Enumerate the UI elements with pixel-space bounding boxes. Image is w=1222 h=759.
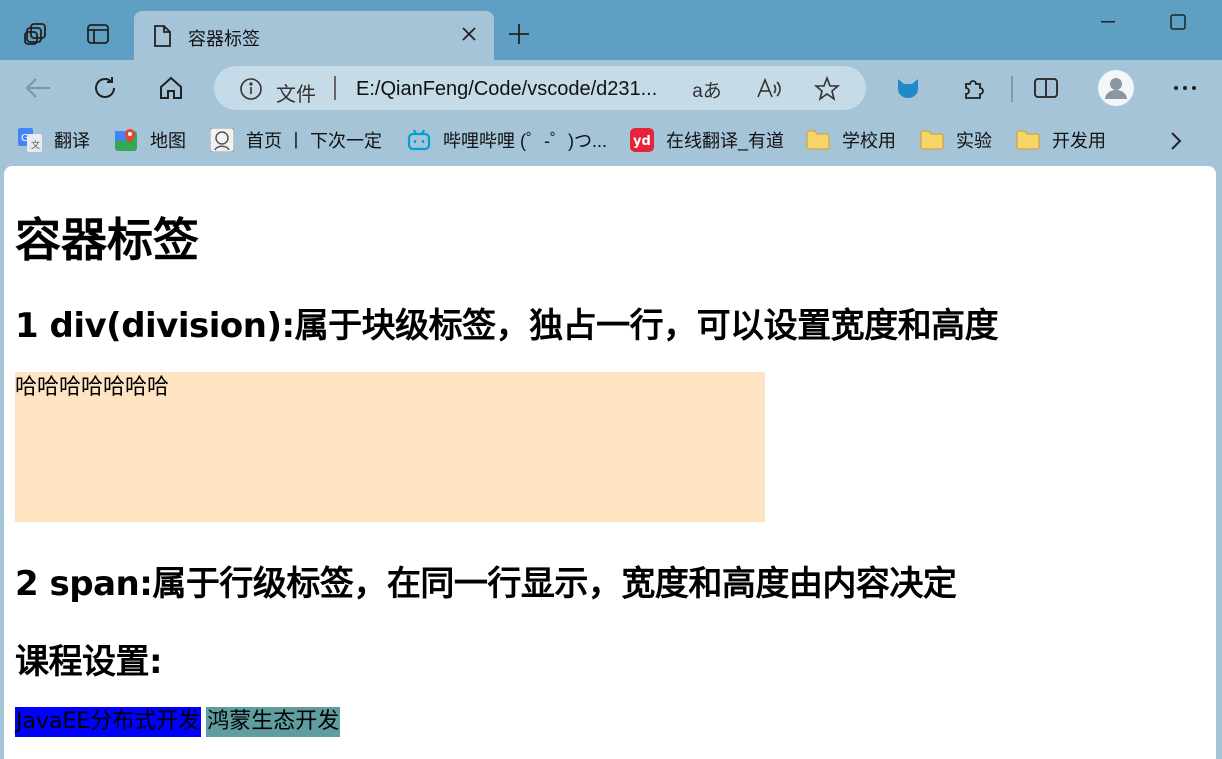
extensions-icon[interactable]	[952, 68, 996, 108]
favorites-bar: G文 翻译 地图 首页 丨 下次一定 哔哩哔哩 (゜-゜)つ... yd 在线翻…	[0, 118, 1222, 162]
favorite-label: 实验	[956, 131, 992, 151]
favorite-bilibili[interactable]: 哔哩哔哩 (゜-゜)つ...	[407, 126, 607, 154]
svg-text:G: G	[21, 133, 29, 144]
svg-text:文: 文	[31, 139, 40, 151]
maximize-icon[interactable]	[1152, 0, 1204, 44]
favorite-label: 哔哩哔哩 (゜-゜)つ...	[443, 131, 607, 151]
back-icon[interactable]	[16, 68, 60, 108]
tab-actions-icon[interactable]	[76, 12, 120, 56]
div-demo-box: 哈哈哈哈哈哈哈	[15, 372, 765, 522]
favorite-label: 翻译	[54, 131, 90, 151]
more-menu-icon[interactable]	[1163, 68, 1207, 108]
favorite-youdao[interactable]: yd 在线翻译_有道	[630, 126, 784, 154]
close-tab-icon[interactable]	[456, 21, 482, 47]
split-screen-icon[interactable]	[1024, 68, 1068, 108]
favorite-maps[interactable]: 地图	[114, 126, 186, 154]
profile-avatar-icon[interactable]	[1094, 68, 1138, 108]
favorite-label: 开发用	[1052, 131, 1106, 151]
read-aloud-icon[interactable]	[754, 74, 784, 104]
heading-course: 课程设置:	[15, 642, 163, 682]
maps-icon	[114, 128, 138, 152]
favorite-label: 学校用	[842, 131, 896, 151]
page-icon	[152, 24, 172, 53]
favorite-homepage[interactable]: 首页 丨 下次一定	[210, 126, 382, 154]
page-viewport: 容器标签 1 div(division):属于块级标签，独占一行，可以设置宽度和…	[4, 166, 1216, 759]
minimize-icon[interactable]	[1082, 0, 1134, 44]
heading-div: 1 div(division):属于块级标签，独占一行，可以设置宽度和高度	[15, 306, 999, 346]
favorite-folder-experiment[interactable]: 实验	[920, 126, 992, 154]
folder-icon	[920, 128, 944, 152]
span-harmony: 鸿蒙生态开发	[206, 707, 341, 737]
extension-cat-icon[interactable]	[886, 68, 930, 108]
svg-text:yd: yd	[633, 134, 651, 149]
google-translate-icon: G文	[18, 128, 42, 152]
info-icon[interactable]	[238, 76, 264, 102]
translate-icon[interactable]: aあ	[692, 74, 722, 104]
bilibili-icon	[407, 128, 431, 152]
home-icon[interactable]	[149, 68, 193, 108]
youdao-icon: yd	[630, 128, 654, 152]
heading-span: 2 span:属于行级标签，在同一行显示，宽度和高度由内容决定	[15, 564, 957, 604]
navigation-toolbar: 文件 E:/QianFeng/Code/vscode/d231... aあ	[0, 60, 1222, 118]
favorite-translate[interactable]: G文 翻译	[18, 126, 90, 154]
course-span-row: JavaEE分布式开发 鸿蒙生态开发	[15, 707, 341, 737]
favorite-folder-dev[interactable]: 开发用	[1016, 126, 1106, 154]
url-divider	[334, 76, 336, 100]
address-bar[interactable]: 文件 E:/QianFeng/Code/vscode/d231... aあ	[214, 66, 866, 110]
span-javaee: JavaEE分布式开发	[15, 707, 202, 737]
favorite-label: 首页 丨 下次一定	[246, 131, 383, 151]
favorite-label: 在线翻译_有道	[666, 131, 785, 151]
workspaces-icon[interactable]	[14, 12, 58, 56]
url-scheme: 文件	[276, 84, 316, 106]
favorite-star-icon[interactable]	[812, 74, 842, 104]
new-tab-icon[interactable]	[497, 12, 541, 56]
tab-active[interactable]: 容器标签	[134, 11, 494, 60]
tab-title: 容器标签	[188, 29, 260, 49]
refresh-icon[interactable]	[83, 68, 127, 108]
page-title: 容器标签	[15, 213, 199, 267]
favorite-folder-school[interactable]: 学校用	[806, 126, 896, 154]
url-text[interactable]: E:/QianFeng/Code/vscode/d231...	[356, 78, 657, 101]
folder-icon	[1016, 128, 1040, 152]
chevron-right-icon[interactable]	[1160, 126, 1192, 156]
folder-icon	[806, 128, 830, 152]
avatar-icon	[210, 128, 234, 152]
tab-strip: 容器标签	[0, 0, 1222, 60]
toolbar-divider	[1011, 76, 1013, 102]
favorite-label: 地图	[150, 131, 186, 151]
